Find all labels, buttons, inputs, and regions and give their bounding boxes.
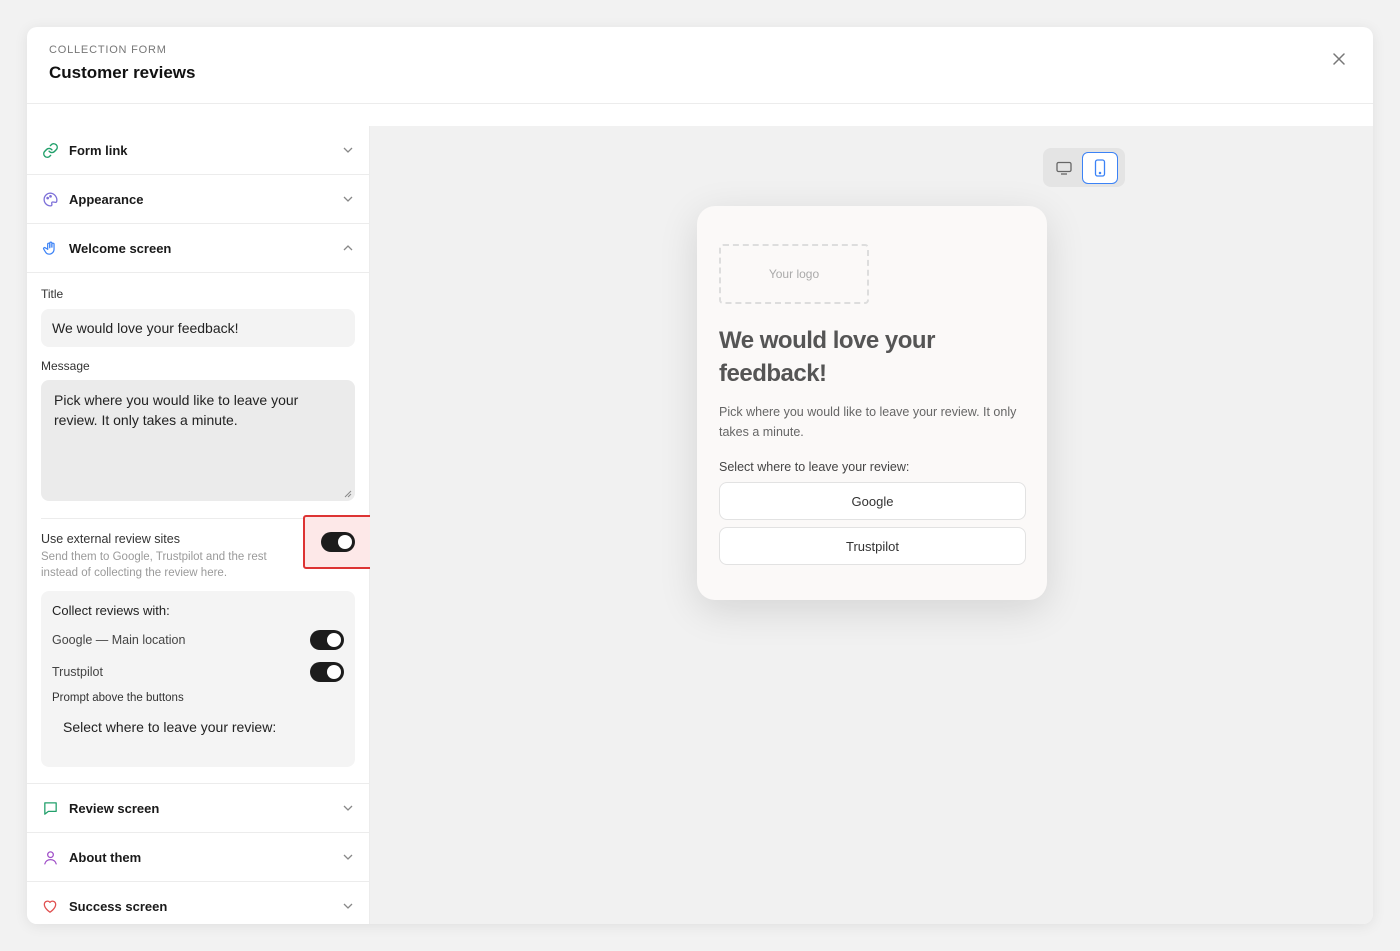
mobile-icon (1094, 158, 1106, 177)
preview-trustpilot-button[interactable]: Trustpilot (719, 527, 1026, 565)
close-button[interactable] (1327, 47, 1351, 71)
chevron-down-icon (341, 801, 355, 815)
chevron-up-icon (341, 241, 355, 255)
collection-form-modal: COLLECTION FORM Customer reviews Form li… (27, 27, 1373, 924)
modal-title: Customer reviews (49, 63, 196, 82)
heart-icon (41, 897, 59, 915)
chat-icon (41, 799, 59, 817)
external-sites-toggle[interactable] (321, 532, 355, 552)
section-label: Form link (69, 142, 128, 158)
title-input[interactable]: We would love your feedback! (41, 309, 355, 347)
person-icon (41, 848, 59, 866)
preview-prompt: Select where to leave your review: (719, 460, 910, 474)
chevron-down-icon (341, 850, 355, 864)
section-label: Success screen (69, 898, 168, 914)
collect-item-label: Trustpilot (52, 665, 103, 679)
section-welcome-screen[interactable]: Welcome screen (27, 224, 369, 273)
chevron-down-icon (341, 899, 355, 913)
collect-row-trustpilot: Trustpilot (52, 662, 344, 682)
chevron-down-icon (341, 143, 355, 157)
section-label: Appearance (69, 191, 144, 207)
message-textarea[interactable]: Pick where you would like to leave your … (41, 380, 355, 501)
section-label: Welcome screen (69, 240, 172, 256)
welcome-screen-panel: Title We would love your feedback! Messa… (27, 273, 373, 784)
trustpilot-toggle[interactable] (310, 662, 344, 682)
prompt-label: Prompt above the buttons (52, 692, 184, 704)
link-icon (41, 141, 59, 159)
device-switch (1043, 148, 1125, 187)
section-form-link[interactable]: Form link (27, 126, 369, 175)
prompt-input[interactable]: Select where to leave your review: (52, 716, 344, 738)
google-toggle[interactable] (310, 630, 344, 650)
chevron-down-icon (341, 192, 355, 206)
preview-area: Your logo We would love your feedback! P… (370, 126, 1373, 924)
section-review-screen[interactable]: Review screen (27, 784, 369, 833)
external-sites-row: Use external review sites Send them to G… (41, 515, 373, 586)
collect-reviews-box: Collect reviews with: Google — Main loca… (41, 591, 355, 767)
message-text: Pick where you would like to leave your … (54, 392, 299, 428)
desktop-preview-button[interactable] (1046, 152, 1082, 184)
resize-grip-icon[interactable] (344, 490, 352, 498)
section-appearance[interactable]: Appearance (27, 175, 369, 224)
highlight-box (303, 515, 373, 569)
collect-item-label: Google — Main location (52, 633, 186, 647)
modal-header: COLLECTION FORM Customer reviews (27, 27, 1373, 104)
section-about-them[interactable]: About them (27, 833, 369, 882)
section-label: About them (69, 849, 142, 865)
collect-row-google: Google — Main location (52, 630, 344, 650)
preview-google-button[interactable]: Google (719, 482, 1026, 520)
preview-title: We would love your feedback! (719, 327, 935, 387)
collect-title: Collect reviews with: (52, 603, 170, 618)
modal-kicker: COLLECTION FORM (49, 44, 167, 56)
settings-sidebar: Form link Appearance Welcome screen Titl… (27, 126, 373, 924)
hand-wave-icon (41, 239, 59, 257)
mobile-preview-button[interactable] (1082, 151, 1118, 184)
section-success-screen[interactable]: Success screen (27, 882, 369, 924)
close-icon (1333, 53, 1345, 65)
preview-message: Pick where you would like to leave your … (719, 405, 1017, 439)
section-label: Review screen (69, 800, 160, 816)
palette-icon (41, 190, 59, 208)
title-label: Title (41, 287, 64, 301)
mobile-preview-card: Your logo We would love your feedback! P… (697, 206, 1047, 600)
desktop-icon (1056, 161, 1072, 175)
message-label: Message (41, 359, 90, 373)
logo-placeholder: Your logo (719, 244, 869, 304)
external-sites-description: Send them to Google, Trustpilot and the … (41, 551, 267, 579)
